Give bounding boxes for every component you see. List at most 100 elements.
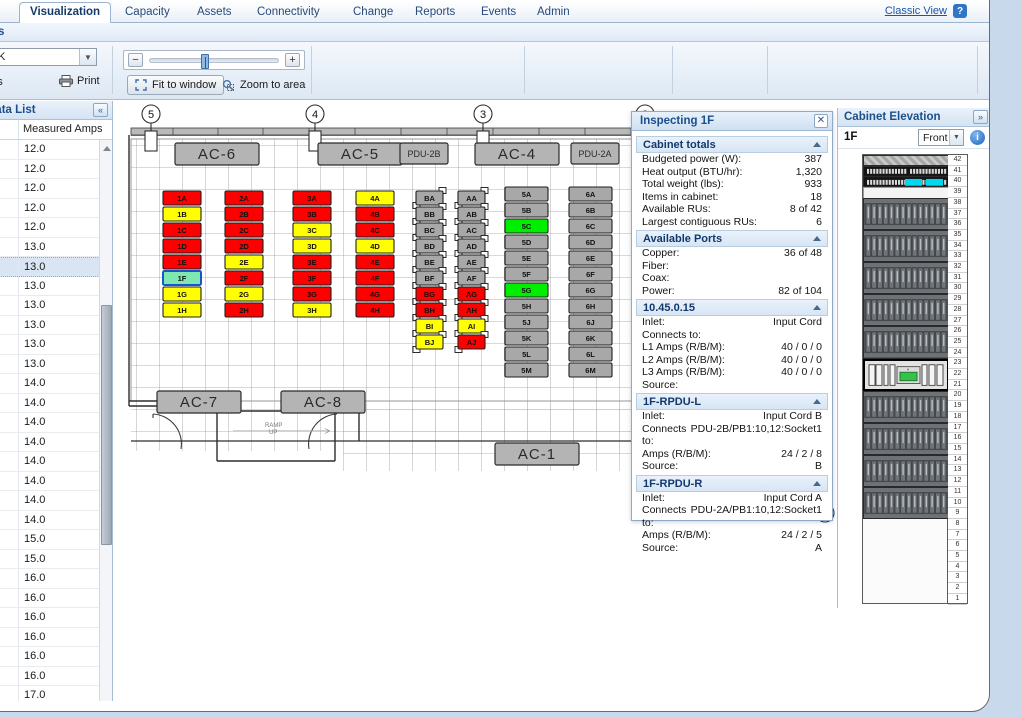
table-row[interactable]: 13.0 (0, 354, 112, 374)
cabinet-1A[interactable]: 1A (162, 190, 202, 206)
table-row[interactable]: 12.0 (0, 159, 112, 179)
cabinet-1F[interactable]: 1F (162, 270, 202, 286)
data-list-body[interactable]: 12.0 12.0 12.0 12.0 12.0 13.0 13.0 13.0 13.0 13.0… (0, 140, 112, 701)
cabinet-4H[interactable]: 4H (355, 302, 395, 318)
table-row[interactable]: 13.0 (0, 257, 112, 277)
location-selector[interactable]: RK ▼ (0, 48, 97, 66)
rack-device-server-30[interactable] (863, 262, 949, 295)
cabinet-2E[interactable]: 2E (224, 254, 264, 270)
tab-assets[interactable]: Assets (187, 3, 242, 23)
tab-capacity[interactable]: Capacity (115, 3, 180, 23)
tab-events[interactable]: Events (471, 3, 526, 23)
collapse-panel-icon[interactable]: « (93, 103, 108, 117)
cabinet-6D[interactable]: 6D (568, 234, 613, 250)
table-row[interactable]: 14.0 (0, 374, 112, 394)
table-row[interactable]: 16.0 (0, 666, 112, 686)
cabinet-5E[interactable]: 5E (504, 250, 549, 266)
table-row[interactable]: 13.0 (0, 296, 112, 316)
cabinet-2A[interactable]: 2A (224, 190, 264, 206)
table-row[interactable]: 12.0 (0, 179, 112, 199)
cabinet-5L[interactable]: 5L (504, 346, 549, 362)
cabinet-3B[interactable]: 3B (292, 206, 332, 222)
zoom-to-area-button[interactable]: Zoom to area (215, 75, 312, 95)
zoom-slider[interactable]: − + (123, 50, 305, 70)
tab-visualization[interactable]: Visualization (19, 2, 112, 24)
cabinet-2C[interactable]: 2C (224, 222, 264, 238)
rack-elevation-diagram[interactable]: 42 41 40 39 38 37 36 35 34 33 32 31 30 29 28 27 26 25 24 23… (862, 154, 968, 605)
equipment-label-ac-1[interactable]: AC-1 (494, 442, 580, 466)
rack-device-server-12[interactable] (863, 455, 949, 488)
cabinet-6M[interactable]: 6M (568, 362, 613, 378)
table-row[interactable]: 15.0 (0, 549, 112, 569)
rack-device-tape-library-21[interactable] (863, 358, 949, 391)
cabinet-4D[interactable]: 4D (355, 238, 395, 254)
table-row[interactable]: 16.0 (0, 627, 112, 647)
table-row[interactable]: 16.0 (0, 647, 112, 667)
chevron-up-icon[interactable] (813, 305, 821, 310)
equipment-label-ac-7[interactable]: AC-7 (156, 390, 242, 414)
table-row[interactable]: 17.0 (0, 686, 112, 701)
cabinet-4C[interactable]: 4C (355, 222, 395, 238)
table-row[interactable]: 13.0 (0, 276, 112, 296)
cabinet-3G[interactable]: 3G (292, 286, 332, 302)
cabinet-6C[interactable]: 6C (568, 218, 613, 234)
rack-device-patch-panel-upper[interactable] (863, 165, 949, 177)
cabinet-1C[interactable]: 1C (162, 222, 202, 238)
cabinet-2B[interactable]: 2B (224, 206, 264, 222)
table-row[interactable]: 16.0 (0, 588, 112, 608)
cabinet-5F[interactable]: 5F (504, 266, 549, 282)
print-button[interactable]: Print (59, 75, 100, 87)
elevation-view-selector[interactable]: Front ▼ (918, 129, 964, 146)
cabinet-4E[interactable]: 4E (355, 254, 395, 270)
rack-device-blanking-panel[interactable] (863, 155, 949, 166)
cabinet-6G[interactable]: 6G (568, 282, 613, 298)
table-row[interactable]: 14.0 (0, 432, 112, 452)
cabinet-5K[interactable]: 5K (504, 330, 549, 346)
cabinet-2H[interactable]: 2H (224, 302, 264, 318)
scrollbar-thumb[interactable] (101, 305, 112, 545)
cabinet-5M[interactable]: 5M (504, 362, 549, 378)
cabinet-2G[interactable]: 2G (224, 286, 264, 302)
cabinet-6J[interactable]: 6J (568, 314, 613, 330)
cabinet-5H[interactable]: 5H (504, 298, 549, 314)
table-row[interactable]: 14.0 (0, 393, 112, 413)
tab-reports[interactable]: Reports (405, 3, 465, 23)
cabinet-5B[interactable]: 5B (504, 202, 549, 218)
inspector-section-header[interactable]: 1F-RPDU-L (636, 393, 828, 410)
inspector-section-header[interactable]: 1F-RPDU-R (636, 474, 828, 492)
cabinet-5D[interactable]: 5D (504, 234, 549, 250)
zoom-slider-track[interactable] (149, 53, 279, 69)
info-icon[interactable]: i (970, 130, 985, 145)
cabinet-AJ[interactable]: AJ (454, 331, 489, 353)
cabinet-6H[interactable]: 6H (568, 298, 613, 314)
table-row[interactable]: 12.0 (0, 140, 112, 160)
equipment-label-pdu-2a[interactable]: PDU-2A (570, 142, 620, 165)
cabinet-3A[interactable]: 3A (292, 190, 332, 206)
cabinet-6F[interactable]: 6F (568, 266, 613, 282)
cabinet-5A[interactable]: 5A (504, 186, 549, 202)
cabinet-2F[interactable]: 2F (224, 270, 264, 286)
table-row[interactable]: 14.0 (0, 510, 112, 530)
cabinet-5J[interactable]: 5J (504, 314, 549, 330)
cabinet-6A[interactable]: 6A (568, 186, 613, 202)
cabinet-3H[interactable]: 3H (292, 302, 332, 318)
equipment-label-pdu-2b[interactable]: PDU-2B (399, 142, 449, 165)
table-row[interactable]: 15.0 (0, 530, 112, 550)
cabinet-4G[interactable]: 4G (355, 286, 395, 302)
inspector-section-header[interactable]: Cabinet totals (636, 136, 828, 153)
table-row[interactable]: 13.0 (0, 335, 112, 355)
data-list-scrollbar[interactable] (99, 140, 112, 701)
cabinet-1H[interactable]: 1H (162, 302, 202, 318)
classic-view-link[interactable]: Classic View (885, 5, 947, 17)
zoom-in-button[interactable]: + (285, 53, 300, 67)
cabinet-6E[interactable]: 6E (568, 250, 613, 266)
settings-link[interactable]: ngs (0, 76, 3, 88)
cabinet-2D[interactable]: 2D (224, 238, 264, 254)
rack-device-server-15[interactable] (863, 422, 949, 455)
cabinet-3F[interactable]: 3F (292, 270, 332, 286)
cabinet-4B[interactable]: 4B (355, 206, 395, 222)
inspector-section-header[interactable]: Available Ports (636, 230, 828, 247)
rack-device-server-24[interactable] (863, 326, 949, 359)
table-row[interactable]: 12.0 (0, 198, 112, 218)
rack-device-server-33[interactable] (863, 230, 949, 263)
